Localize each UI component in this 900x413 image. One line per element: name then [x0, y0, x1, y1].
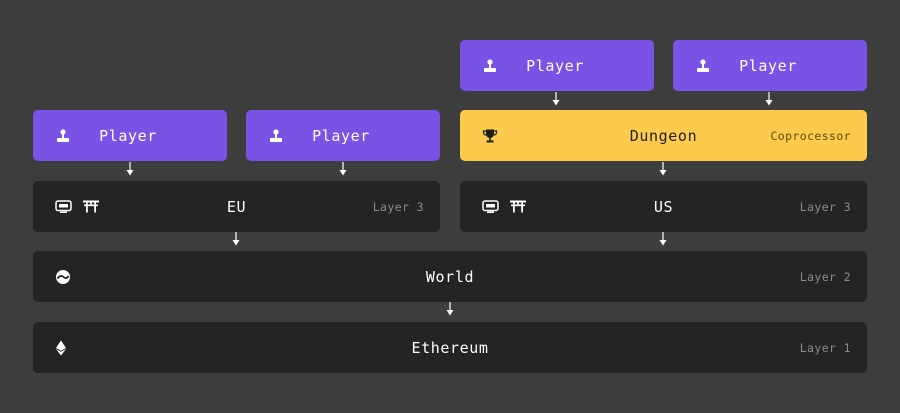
- arrow-down: [232, 232, 240, 246]
- player-label: Player: [99, 126, 157, 145]
- ethereum-tag: Layer 1: [799, 340, 851, 355]
- arrow-down: [339, 162, 347, 176]
- eu-tag: Layer 3: [372, 199, 424, 214]
- player-node: Player: [246, 110, 440, 161]
- dungeon-tag: Coprocessor: [770, 128, 851, 143]
- dungeon-node: Dungeon Coprocessor: [460, 110, 867, 161]
- arrow-down: [552, 92, 560, 106]
- player-node: Player: [673, 40, 867, 91]
- world-node: World Layer 2: [33, 251, 867, 302]
- joystick-icon: [268, 128, 284, 144]
- arrow-down: [126, 162, 134, 176]
- player-node: Player: [460, 40, 654, 91]
- joystick-icon: [695, 58, 711, 74]
- arrow-down: [659, 232, 667, 246]
- eu-node: EU Layer 3: [33, 181, 440, 232]
- arrow-down: [659, 162, 667, 176]
- joystick-icon: [55, 128, 71, 144]
- ethereum-label: Ethereum: [411, 338, 489, 357]
- architecture-diagram: Player Player Player Player Dungeon Copr…: [0, 0, 900, 413]
- ethereum-node: Ethereum Layer 1: [33, 322, 867, 373]
- world-label: World: [425, 267, 475, 286]
- player-label: Player: [312, 126, 370, 145]
- arrow-down: [446, 302, 454, 316]
- world-tag: Layer 2: [799, 269, 851, 284]
- player-node: Player: [33, 110, 227, 161]
- player-label: Player: [739, 56, 797, 75]
- arrow-down: [765, 92, 773, 106]
- us-tag: Layer 3: [799, 199, 851, 214]
- joystick-icon: [482, 58, 498, 74]
- us-node: US Layer 3: [460, 181, 867, 232]
- player-label: Player: [526, 56, 584, 75]
